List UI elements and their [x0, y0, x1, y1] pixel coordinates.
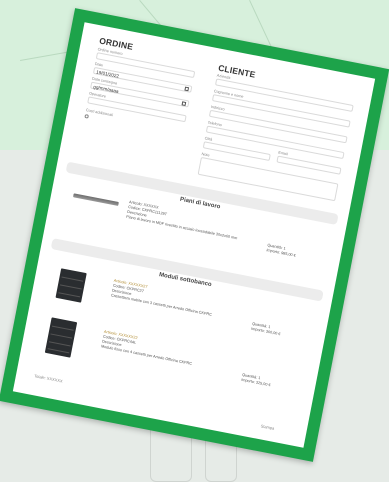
calendar-icon[interactable] — [184, 86, 190, 92]
piano-lavoro-image — [72, 193, 119, 206]
footer-totale: Totale: XXXXXX — [33, 373, 64, 384]
costi-addizionali-label: Costi addizionali — [85, 108, 114, 118]
telefono-input[interactable] — [205, 125, 345, 160]
order-document: ORDINE Ordine numero Data 19/01/2022 Dat… — [12, 22, 376, 448]
footer-stampa-link[interactable]: Stampa — [260, 423, 274, 431]
email-input[interactable] — [276, 155, 342, 175]
calendar-icon[interactable] — [181, 101, 187, 106]
cassettiera-image — [55, 268, 87, 303]
modulo-2-details: Articolo: XXXXXX22 Codice: CKPRC4AL Desc… — [100, 330, 241, 376]
modulo-1-totals: Quantità: 1 Importo: 360,00 € — [251, 322, 312, 343]
piano-totals: Quantità: 1 Importo: 985,00 € — [266, 243, 327, 264]
modulo-fisso-image — [44, 317, 78, 358]
citta-input[interactable] — [202, 141, 271, 162]
costi-addizionali-checkbox[interactable] — [84, 113, 90, 119]
modulo-2-totals: Quantità: 1 Importo: 325,00 € — [241, 373, 302, 394]
